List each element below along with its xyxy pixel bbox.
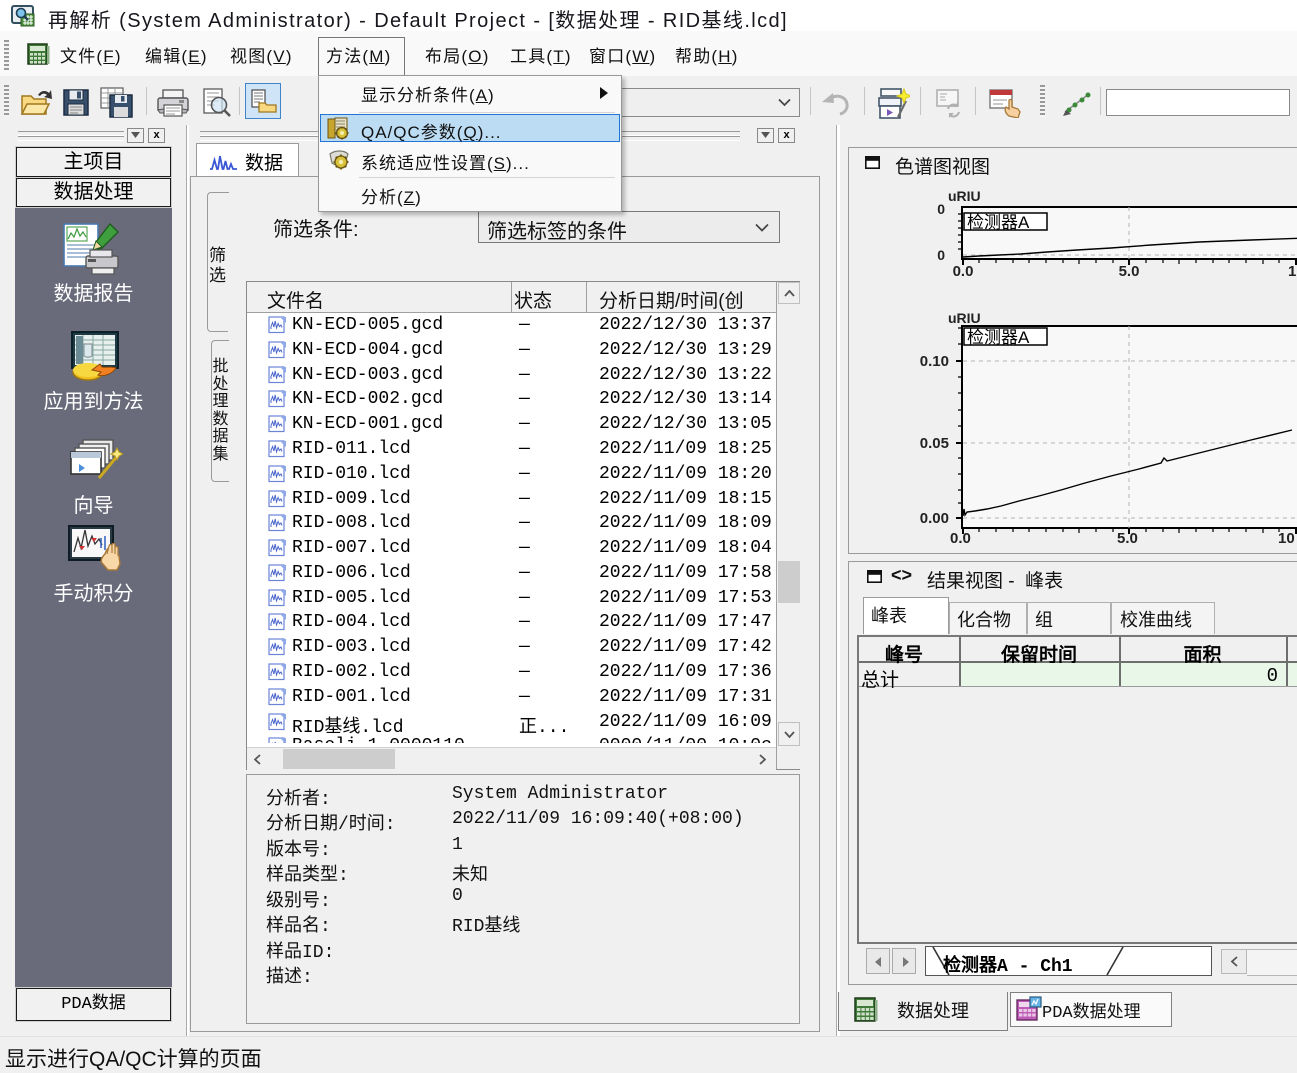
- svg-text:检测器A: 检测器A: [967, 328, 1030, 347]
- svg-text:0.10: 0.10: [920, 353, 949, 370]
- svg-text:0.0: 0.0: [953, 263, 974, 280]
- svg-text:0.00: 0.00: [920, 510, 949, 527]
- svg-text:10: 10: [1288, 263, 1297, 280]
- svg-text:uRIU: uRIU: [948, 310, 981, 326]
- svg-text:5.0: 5.0: [1119, 263, 1140, 280]
- svg-text:0: 0: [937, 201, 945, 217]
- svg-text:0.05: 0.05: [920, 435, 949, 452]
- svg-text:检测器A: 检测器A: [967, 213, 1030, 232]
- svg-text:0: 0: [937, 247, 945, 263]
- svg-text:uRIU: uRIU: [948, 188, 981, 204]
